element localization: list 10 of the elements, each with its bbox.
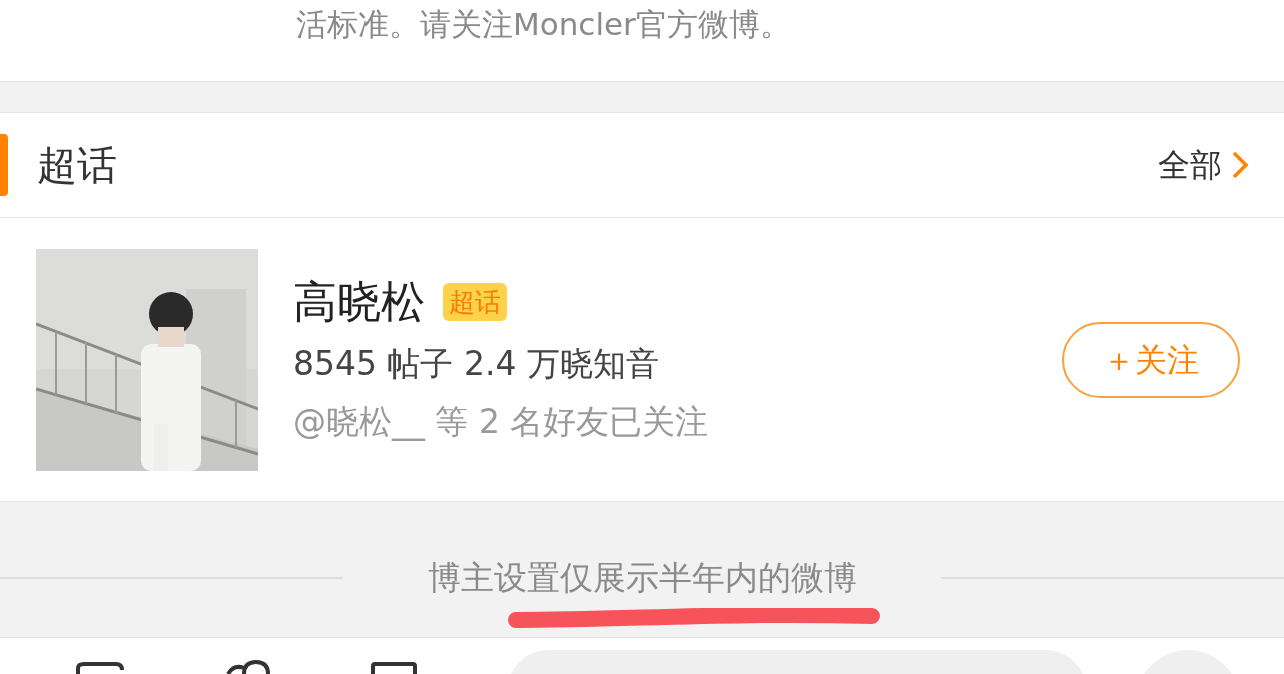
topic-name: 高晓松 xyxy=(293,274,425,329)
section-accent xyxy=(0,134,8,196)
notice-text: 博主设置仅展示半年内的微博 xyxy=(427,557,857,599)
topic-stats: 8545 帖子 2.4 万晓知音 xyxy=(293,342,660,385)
view-all-link[interactable]: 全部 xyxy=(1158,141,1248,189)
section-title: 超话 xyxy=(37,141,117,190)
super-topic-badge: 超话 xyxy=(443,282,507,321)
intro-text: 活标准。请关注Moncler官方微博。 xyxy=(296,6,791,42)
followed-by-friends: @晓松__ 等 2 名好友已关注 xyxy=(293,400,709,443)
chevron-icon xyxy=(1232,151,1248,179)
